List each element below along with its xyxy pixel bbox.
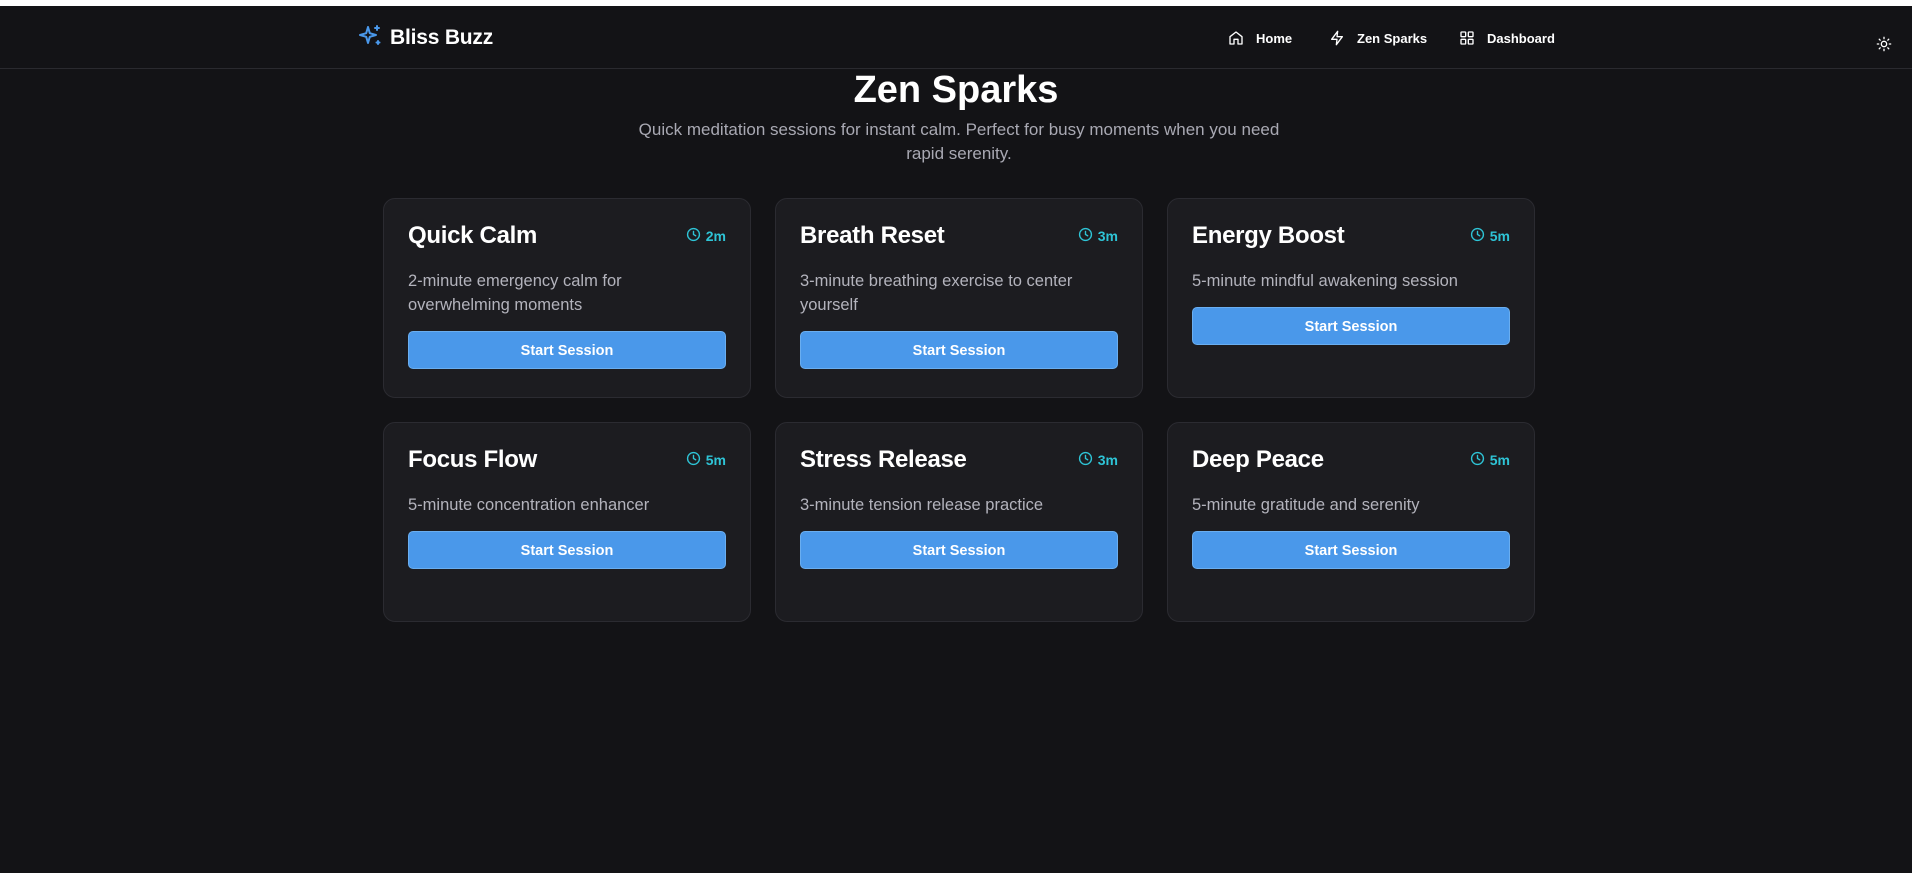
session-duration: 5m [686,451,726,469]
clock-icon [1078,451,1093,469]
session-card: Deep Peace 5m 5-minute gratitude and ser… [1167,422,1535,622]
clock-icon [686,451,701,469]
session-title: Quick Calm [408,222,538,249]
start-session-button[interactable]: Start Session [800,531,1118,569]
session-card: Focus Flow 5m 5-minute concentration enh… [383,422,751,622]
home-icon [1228,30,1244,46]
start-session-button[interactable]: Start Session [408,531,726,569]
session-duration-label: 5m [705,452,726,468]
clock-icon [1078,227,1093,245]
session-description: 3-minute tension release practice [800,496,1044,514]
session-description: 5-minute mindful awakening session [1192,272,1458,290]
sessions-grid: Quick Calm 2m 2-minute emergency calm fo… [383,198,1535,622]
session-duration: 3m [1078,451,1118,469]
session-description: 3-minute breathing exercise to center yo… [800,272,1073,314]
navbar: Bliss Buzz Home Zen Sparks Dashboard [0,6,1912,69]
nav-item-label: Home [1256,30,1293,46]
nav-item-zen-sparks[interactable]: Zen Sparks [1329,28,1427,48]
session-card: Breath Reset 3m 3-minute breathing exerc… [775,198,1143,398]
brand-name: Bliss Buzz [390,26,494,49]
theme-toggle-button[interactable] [1876,36,1894,54]
nav-item-dashboard[interactable]: Dashboard [1459,28,1555,48]
session-title: Focus Flow [408,446,538,473]
session-duration: 5m [1470,451,1510,469]
session-duration-label: 3m [1097,452,1118,468]
sparkles-icon [358,24,382,53]
session-duration: 2m [686,227,726,245]
session-duration: 5m [1470,227,1510,245]
session-duration-label: 5m [1489,452,1510,468]
session-duration-label: 3m [1097,228,1118,244]
start-session-button[interactable]: Start Session [1192,531,1510,569]
session-duration: 3m [1078,227,1118,245]
session-card: Stress Release 3m 3-minute tension relea… [775,422,1143,622]
nav-item-label: Dashboard [1487,30,1555,46]
sun-icon [1876,36,1892,56]
clock-icon [686,227,701,245]
session-description: 5-minute gratitude and serenity [1192,496,1420,514]
clock-icon [1470,451,1485,469]
session-title: Stress Release [800,446,967,473]
session-title: Energy Boost [1192,222,1345,249]
start-session-button[interactable]: Start Session [1192,307,1510,345]
session-card: Quick Calm 2m 2-minute emergency calm fo… [383,198,751,398]
session-title: Breath Reset [800,222,945,249]
page-title: Zen Sparks [853,69,1059,111]
grid-icon [1459,30,1475,46]
nav-item-label: Zen Sparks [1357,30,1428,46]
start-session-button[interactable]: Start Session [408,331,726,369]
session-duration-label: 2m [705,228,726,244]
start-session-button[interactable]: Start Session [800,331,1118,369]
page-subtitle: Quick meditation sessions for instant ca… [638,120,1280,163]
session-description: 5-minute concentration enhancer [408,496,650,514]
session-description: 2-minute emergency calm for overwhelming… [408,272,622,314]
zap-icon [1329,30,1345,46]
nav-item-home[interactable]: Home [1228,28,1292,48]
session-title: Deep Peace [1192,446,1324,473]
session-duration-label: 5m [1489,228,1510,244]
clock-icon [1470,227,1485,245]
session-card: Energy Boost 5m 5-minute mindful awakeni… [1167,198,1535,398]
brand-link[interactable]: Bliss Buzz [358,24,493,52]
